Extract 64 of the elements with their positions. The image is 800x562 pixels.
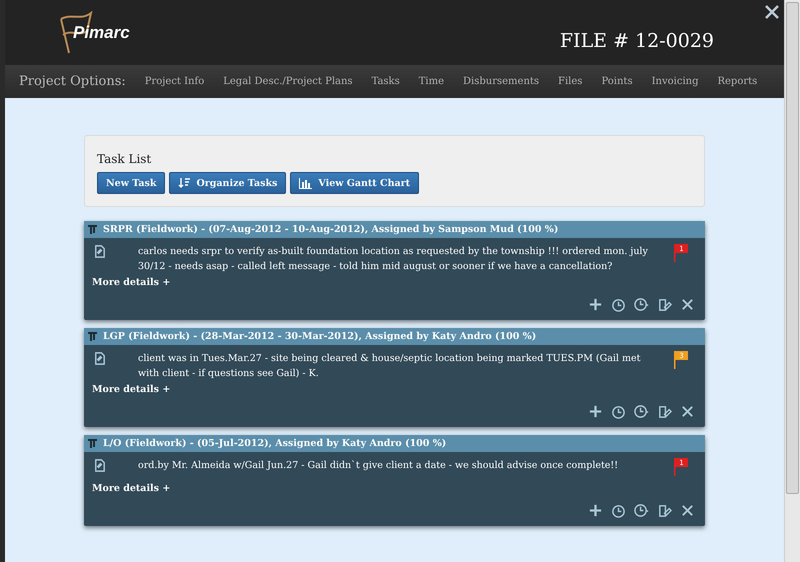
panel-title: Task List [97, 152, 152, 166]
edit-button[interactable] [657, 404, 672, 419]
more-details-link[interactable]: More details + [92, 483, 170, 494]
timer-button[interactable] [634, 297, 649, 312]
task-title: L/O (Fieldwork) - (05-Jul-2012), Assigned by Katy Andro (100 %) [103, 438, 446, 449]
nav-link[interactable]: Reports [717, 76, 758, 87]
task-note: ord.by Mr. Almeida w/Gail Jun.27 - Gail didn`t give client a date - we should advise once complete!! [138, 459, 620, 473]
logo-text: Pimarc [73, 22, 130, 42]
task-icon [88, 439, 97, 448]
nav-link[interactable]: Files [558, 76, 582, 87]
toolbar-button[interactable]: View Gantt Chart [290, 172, 420, 194]
file-number: FILE # 12-0029 [560, 30, 714, 52]
task-title: LGP (Fieldwork) - (28-Mar-2012 - 30-Mar-2012), Assigned by Katy Andro (100 %) [103, 331, 536, 342]
task-title: SRPR (Fieldwork) - (07-Aug-2012 - 10-Aug-2012), Assigned by Sampson Mud (100 %) [103, 224, 558, 235]
more-details-link[interactable]: More details + [92, 384, 170, 395]
add-button[interactable] [588, 297, 603, 312]
clock-icon [611, 503, 626, 518]
history-button[interactable] [611, 503, 626, 518]
history-button[interactable] [611, 404, 626, 419]
note-icon [92, 244, 107, 259]
add-button[interactable] [588, 503, 603, 518]
plus-icon [588, 297, 603, 312]
more-details-link[interactable]: More details + [92, 277, 170, 288]
note-icon [92, 458, 107, 473]
edit-button[interactable] [657, 297, 672, 312]
edit-icon [657, 503, 672, 518]
nav-link[interactable]: Project Info [144, 76, 204, 87]
delete-button[interactable] [680, 297, 695, 312]
nav-link[interactable]: Time [418, 76, 444, 87]
bar-chart-icon [299, 178, 312, 188]
sort-icon [178, 177, 190, 189]
task-note: client was in Tues.Mar.27 - site being cleared & house/septic location being marked TUES.PM (Gail met with client - if questions see Gail) - K. [138, 352, 642, 381]
add-button[interactable] [588, 404, 603, 419]
task-icon [88, 332, 97, 341]
delete-button[interactable] [680, 404, 695, 419]
nav-link[interactable]: Invoicing [652, 76, 698, 87]
clock-icon [634, 503, 649, 518]
nav-link[interactable]: Legal Desc./Project Plans [223, 76, 353, 87]
plus-icon [588, 404, 603, 419]
edit-button[interactable] [657, 503, 672, 518]
edit-icon [657, 297, 672, 312]
plus-icon [588, 503, 603, 518]
toolbar-button[interactable]: Organize Tasks [169, 172, 286, 194]
nav-link[interactable]: Disbursements [463, 76, 540, 87]
close-button[interactable] [764, 4, 780, 20]
timer-button[interactable] [634, 503, 649, 518]
nav-label: Project Options: [19, 74, 126, 89]
close-icon [680, 404, 695, 419]
toolbar-button[interactable]: New Task [97, 172, 166, 194]
close-icon [680, 503, 695, 518]
history-button[interactable] [611, 297, 626, 312]
clock-icon [634, 297, 649, 312]
clock-icon [611, 404, 626, 419]
timer-button[interactable] [634, 404, 649, 419]
nav-link[interactable]: Points [601, 76, 633, 87]
nav-link[interactable]: Tasks [372, 76, 400, 87]
task-icon [88, 225, 97, 234]
clock-icon [611, 297, 626, 312]
delete-button[interactable] [680, 503, 695, 518]
close-icon [680, 297, 695, 312]
task-note: carlos needs srpr to verify as-built foundation location as requested by the township !!! ordered mon. july 30/12 - needs asap - called left message - told him mid august or sooner if we have a cancellation? [138, 245, 649, 274]
edit-icon [657, 404, 672, 419]
clock-icon [634, 404, 649, 419]
note-icon [92, 351, 107, 366]
